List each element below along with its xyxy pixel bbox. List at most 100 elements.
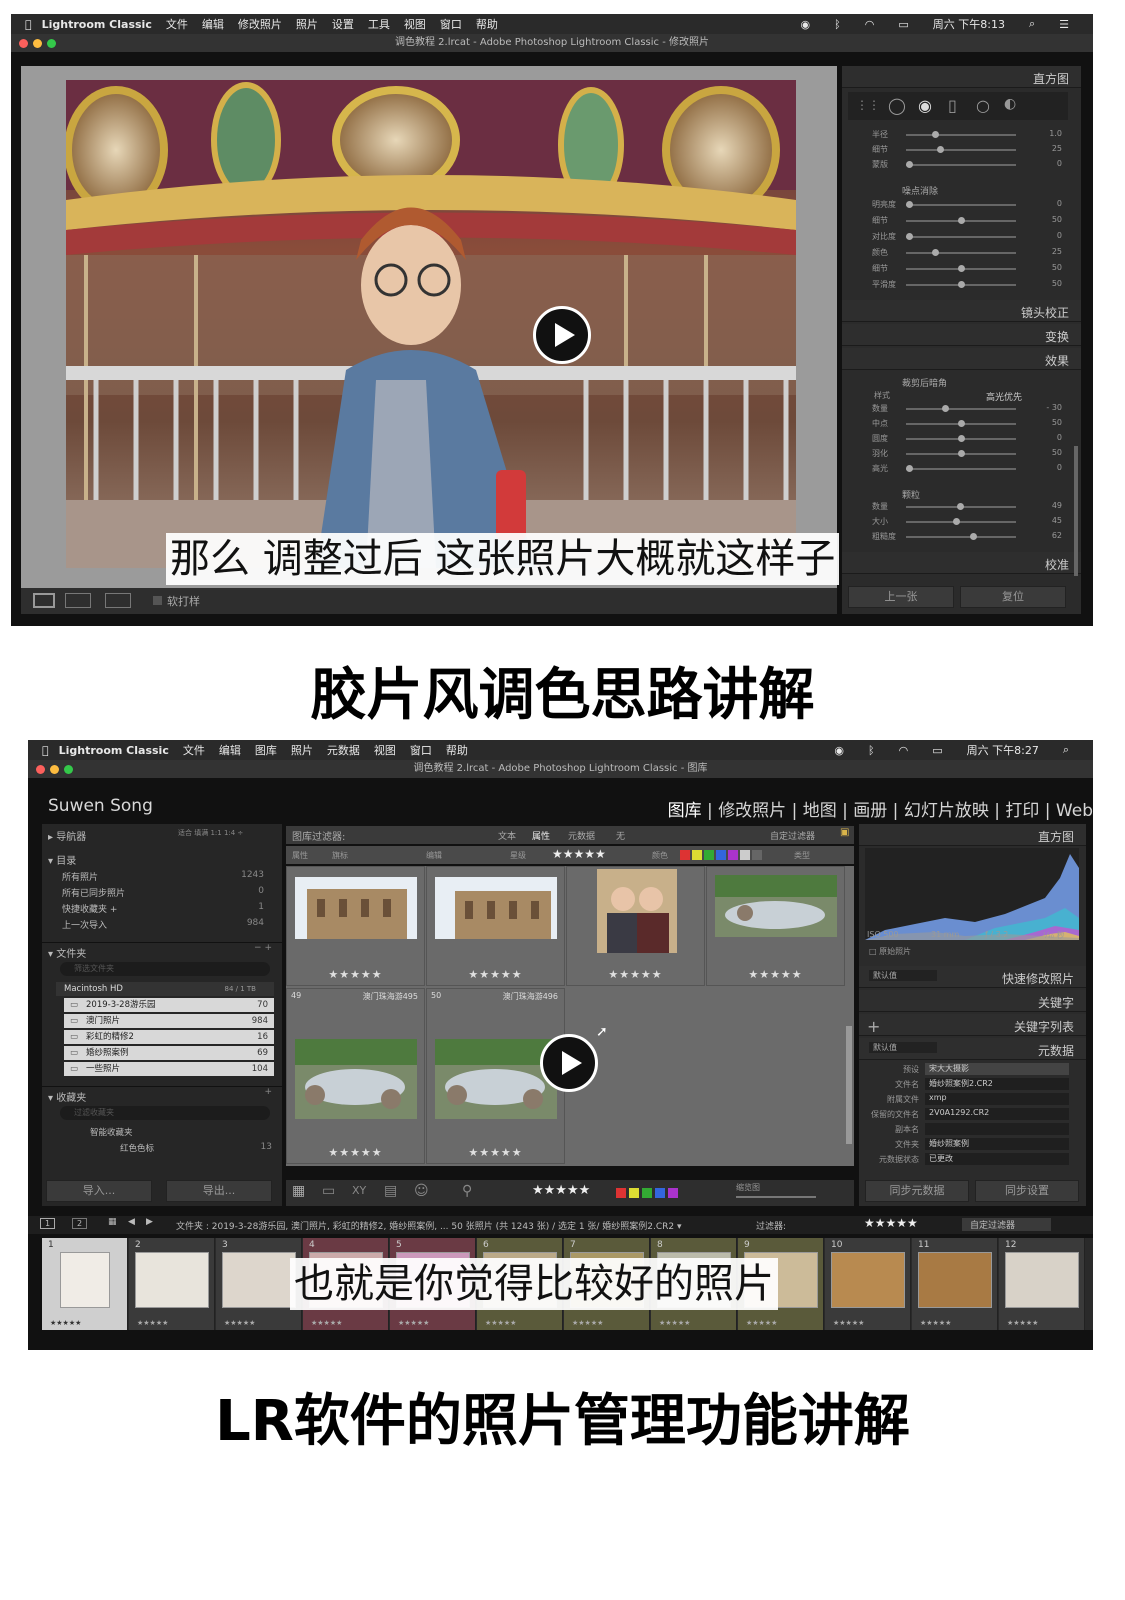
minimize-window-button[interactable] (50, 765, 59, 774)
module-book[interactable]: 画册 (853, 801, 887, 821)
filmstrip-thumb[interactable]: 10 ★★★★★ (825, 1238, 911, 1330)
slider-knob[interactable] (906, 465, 913, 472)
battery-icon[interactable]: ▭ (932, 744, 942, 757)
navigator-header[interactable]: ▸ 导航器 适合 填满 1:1 1:4 ÷ (42, 828, 282, 843)
menu-photo[interactable]: 照片 (291, 742, 313, 758)
menu-tools[interactable]: 工具 (368, 16, 390, 32)
grid-cell[interactable]: ★★★★★ (566, 866, 705, 986)
menu-file[interactable]: 文件 (166, 16, 188, 32)
slider-knob[interactable] (958, 265, 965, 272)
toolbar-color-labels[interactable] (616, 1188, 678, 1198)
red-label-collection[interactable]: 红色色标 13 (42, 1142, 282, 1157)
slider-knob[interactable] (958, 435, 965, 442)
record-icon[interactable]: ◉ (801, 18, 811, 31)
previous-button[interactable]: 上一张 (848, 586, 954, 608)
reset-button[interactable]: 复位 (960, 586, 1066, 608)
catalog-row[interactable]: 所有照片 1243 (56, 870, 274, 885)
metadata-field-value[interactable]: xmp (925, 1093, 1069, 1105)
survey-view-icon[interactable]: ▤ (384, 1183, 397, 1199)
slider-value[interactable]: 0 (1032, 433, 1062, 442)
slider-track[interactable] (906, 518, 1016, 525)
menu-develop[interactable]: 修改照片 (238, 16, 282, 32)
folder-row[interactable]: ▭ 婚纱照案例 69 (64, 1046, 274, 1060)
secondary-window-icon[interactable]: 2 (72, 1218, 88, 1229)
transform-header[interactable]: 变换 (842, 324, 1081, 346)
primary-window-icon[interactable]: 1 (40, 1218, 56, 1229)
folder-row[interactable]: ▭ 2019-3-28游乐园 70 (64, 998, 274, 1012)
slider-track[interactable] (906, 435, 1016, 442)
loupe-view-icon[interactable]: ▭ (322, 1183, 335, 1199)
slider-knob[interactable] (952, 518, 960, 525)
histogram-header[interactable]: 直方图 (859, 824, 1086, 846)
slider-track[interactable] (906, 533, 1016, 540)
slider-track[interactable] (906, 131, 1016, 138)
menu-library[interactable]: 图库 (255, 742, 277, 758)
grid-scrollbar[interactable] (846, 1026, 852, 1144)
record-icon[interactable]: ◉ (834, 744, 844, 757)
menu-help[interactable]: 帮助 (476, 16, 498, 32)
spot-removal-icon[interactable]: ◯ (888, 96, 906, 115)
add-folder-icon[interactable]: − + (254, 943, 272, 953)
style-dropdown[interactable]: 高光优先 (986, 390, 1022, 403)
slider-knob[interactable] (932, 249, 939, 256)
calibration-header[interactable]: 校准 (842, 552, 1081, 574)
apple-icon[interactable]:  (25, 18, 32, 31)
slider-value[interactable]: 49 (1032, 501, 1062, 510)
wifi-icon[interactable]: ◠ (865, 18, 875, 31)
slider-knob[interactable] (932, 131, 939, 138)
back-arrow-icon[interactable]: ◀ (128, 1217, 135, 1227)
catalog-row[interactable]: 快捷收藏夹 +1 (56, 902, 274, 917)
slider-knob[interactable] (956, 503, 964, 510)
filmstrip-thumb[interactable]: 12 ★★★★★ (999, 1238, 1085, 1330)
slider-value[interactable]: - 30 (1032, 403, 1062, 412)
battery-icon[interactable]: ▭ (898, 18, 908, 31)
toolbar-rating-stars[interactable]: ★★★★★ (532, 1183, 590, 1198)
histogram-graph[interactable] (865, 848, 1079, 940)
folders-header[interactable]: ▾ 文件夹 − + (42, 942, 282, 960)
slider-knob[interactable] (958, 420, 965, 427)
slider-value[interactable]: 25 (1032, 144, 1062, 153)
metadata-field-value[interactable]: 已更改 (925, 1153, 1069, 1165)
grid-cell[interactable]: ★★★★★ (286, 866, 425, 986)
slider-track[interactable] (906, 146, 1016, 153)
slider-track[interactable] (906, 201, 1016, 208)
collections-header[interactable]: ▾ 收藏夹 + (42, 1086, 282, 1104)
slider-track[interactable] (906, 233, 1016, 240)
spray-can-icon[interactable]: ⚲ (462, 1183, 472, 1199)
sync-metadata-button[interactable]: 同步元数据 (865, 1180, 969, 1202)
redeye-icon[interactable]: ◉ (918, 96, 932, 115)
menubar-clock[interactable]: 周六 下午8:13 (933, 16, 1005, 32)
filmstrip-source-path[interactable]: 文件夹 : 2019-3-28游乐园, 澳门照片, 彩虹的精修2, 婚纱照案例,… (176, 1219, 682, 1232)
slider-value[interactable]: 25 (1032, 247, 1062, 256)
filmstrip-thumb[interactable]: 1 ★★★★★ (42, 1238, 128, 1330)
slider-value[interactable]: 50 (1032, 279, 1062, 288)
slider-value[interactable]: 50 (1032, 418, 1062, 427)
bluetooth-icon[interactable]: ᛒ (834, 18, 841, 31)
metadata-field-value[interactable]: 宋大大摄影 (925, 1063, 1069, 1075)
slider-value[interactable]: 50 (1032, 215, 1062, 224)
rating-filter-stars[interactable]: ★★★★★ (552, 847, 606, 861)
grid-cell[interactable]: ★★★★★ (706, 866, 845, 986)
slider-track[interactable] (906, 249, 1016, 256)
slider-value[interactable]: 0 (1032, 199, 1062, 208)
minimize-window-button[interactable] (33, 39, 42, 48)
rating-stars[interactable]: ★★★★★ (287, 968, 424, 981)
slider-knob[interactable] (958, 450, 965, 457)
rating-stars[interactable]: ★★★★★ (427, 1146, 564, 1159)
play-button[interactable] (540, 1034, 598, 1092)
yy-view-icon[interactable] (105, 593, 131, 608)
collection-filter-input[interactable]: 过滤收藏夹 (60, 1106, 270, 1120)
slider-track[interactable] (906, 405, 1016, 412)
carousel-photo[interactable] (66, 80, 796, 568)
filter-tab-none[interactable]: 无 (616, 829, 625, 842)
menu-window[interactable]: 窗口 (410, 742, 432, 758)
metadata-field-value[interactable]: 2V0A1292.CR2 (925, 1108, 1069, 1120)
slider-value[interactable]: 0 (1032, 159, 1062, 168)
slider-track[interactable] (906, 450, 1016, 457)
graduated-filter-icon[interactable]: ▯ (948, 96, 957, 115)
menu-help[interactable]: 帮助 (446, 742, 468, 758)
export-button[interactable]: 导出... (166, 1180, 272, 1202)
slider-track[interactable] (906, 420, 1016, 427)
grid-view-icon[interactable]: ▦ (292, 1183, 305, 1199)
lock-icon[interactable]: ▣ (840, 827, 849, 838)
